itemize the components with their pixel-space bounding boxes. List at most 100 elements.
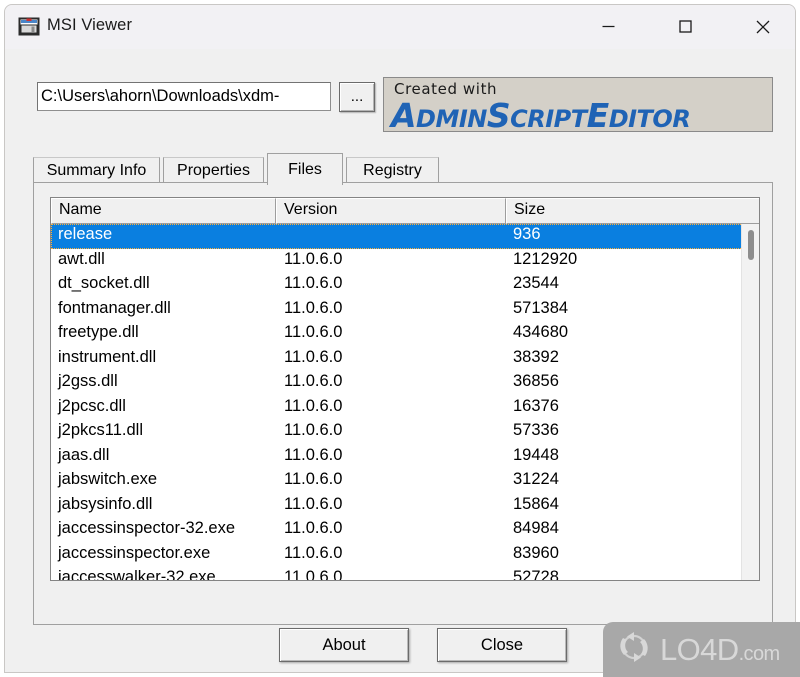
file-list-view[interactable]: Name Version Size release 936 awt.dll 11.0.…	[50, 197, 760, 581]
about-button[interactable]: About	[279, 628, 409, 662]
file-version-cell: 11.0.6.0	[284, 494, 343, 513]
file-version-cell: 11.0.6.0	[284, 323, 343, 341]
file-version-cell: 11.0.6.0	[284, 298, 343, 317]
file-name-cell: fontmanager.dll	[58, 298, 171, 317]
file-row[interactable]: dt_socket.dll 11.0.6.0 23544	[51, 273, 743, 298]
file-name-cell: j2pkcs11.dll	[58, 421, 143, 439]
tab-files[interactable]: Files	[267, 153, 343, 185]
file-name-cell: jaccessinspector-32.exe	[58, 519, 236, 537]
file-size-cell: 1212920	[513, 249, 578, 268]
file-size-cell: 52728	[513, 568, 559, 581]
file-row[interactable]: freetype.dll 11.0.6.0 434680	[51, 322, 743, 347]
file-size-cell: 434680	[513, 323, 569, 341]
logo-part-4: E	[586, 96, 610, 132]
file-size-cell: 84984	[513, 519, 559, 537]
tab-registry[interactable]: Registry	[346, 157, 439, 183]
file-row[interactable]: awt.dll 11.0.6.0 1212920	[51, 249, 743, 274]
close-icon	[756, 20, 770, 34]
file-size-cell: 936	[513, 225, 541, 243]
file-row[interactable]: jabswitch.exe 11.0.6.0 31224	[51, 469, 743, 494]
file-row[interactable]: jaccesswalker-32.exe 11.0.6.0 52728	[51, 567, 743, 581]
adminscripteditor-logo: ADMINSCRIPTEDITOR	[391, 96, 691, 132]
file-version-cell: 11.0.6.0	[284, 249, 343, 268]
scrollbar-thumb[interactable]	[748, 230, 754, 260]
close-window-button[interactable]	[739, 5, 786, 48]
file-name-cell: jaas.dll	[58, 445, 110, 464]
minimize-icon	[602, 20, 615, 33]
minimize-button[interactable]	[585, 5, 632, 48]
file-size-cell: 57336	[513, 421, 559, 439]
msi-path-input[interactable]: C:\Users\ahorn\Downloads\xdm-	[37, 82, 331, 111]
file-size-cell: 19448	[513, 445, 559, 464]
file-row[interactable]: fontmanager.dll 11.0.6.0 571384	[51, 298, 743, 323]
tab-properties[interactable]: Properties	[163, 157, 264, 183]
column-header-version[interactable]: Version	[276, 198, 506, 224]
file-row[interactable]: j2gss.dll 11.0.6.0 36856	[51, 371, 743, 396]
file-name-cell: dt_socket.dll	[58, 274, 150, 292]
file-row[interactable]: j2pkcs11.dll 11.0.6.0 57336	[51, 420, 743, 445]
file-row[interactable]: jaccessinspector-32.exe 11.0.6.0 84984	[51, 518, 743, 543]
watermark-brand: LO4D	[660, 631, 739, 667]
tab-summary-info[interactable]: Summary Info	[33, 157, 160, 183]
file-list-scrollbar[interactable]	[741, 224, 759, 580]
file-name-cell: j2gss.dll	[58, 372, 118, 390]
watermark-domain: .com	[738, 642, 781, 665]
file-row[interactable]: instrument.dll 11.0.6.0 38392	[51, 347, 743, 372]
title-bar: MSI Viewer	[5, 5, 795, 49]
file-name-cell: j2pcsc.dll	[58, 396, 126, 415]
file-size-cell: 16376	[513, 396, 559, 415]
msi-viewer-window: MSI Viewer C:\Users\ahorn\Downloads\xdm-…	[4, 4, 796, 673]
file-version-cell: 11.0.6.0	[284, 421, 343, 439]
lo4d-watermark-text: LO4D.com	[660, 632, 780, 668]
file-size-cell: 36856	[513, 372, 559, 390]
adminscripteditor-banner: Created with ADMINSCRIPTEDITOR	[383, 77, 773, 132]
file-name-cell: awt.dll	[58, 249, 105, 268]
file-size-cell: 15864	[513, 494, 559, 513]
client-area: C:\Users\ahorn\Downloads\xdm- ... Create…	[5, 49, 795, 672]
file-size-cell: 83960	[513, 543, 559, 562]
file-size-cell: 571384	[513, 298, 569, 317]
file-version-cell: 11.0.6.0	[284, 372, 343, 390]
close-button[interactable]: Close	[437, 628, 567, 662]
file-version-cell: 11.0.6.0	[284, 396, 343, 415]
column-header-size[interactable]: Size	[506, 198, 759, 224]
file-version-cell: 11.0.6.0	[284, 347, 343, 366]
file-version-cell: 11.0.6.0	[284, 543, 343, 562]
file-row[interactable]: jabsysinfo.dll 11.0.6.0 15864	[51, 494, 743, 519]
file-row[interactable]: jaas.dll 11.0.6.0 19448	[51, 445, 743, 470]
file-list-body: release 936 awt.dll 11.0.6.0 1212920 dt_socke…	[51, 224, 743, 581]
msi-package-icon	[18, 16, 40, 38]
file-name-cell: release	[58, 225, 113, 243]
file-size-cell: 31224	[513, 470, 559, 488]
file-list-header: Name Version Size	[51, 198, 759, 224]
logo-part-2: S	[486, 96, 511, 132]
maximize-icon	[679, 20, 692, 33]
file-row[interactable]: release 936	[51, 224, 743, 249]
file-name-cell: jaccessinspector.exe	[58, 543, 211, 562]
browse-button[interactable]: ...	[339, 82, 375, 112]
file-name-cell: instrument.dll	[58, 347, 157, 366]
logo-part-0: A	[391, 96, 417, 132]
file-version-cell: 11.0.6.0	[284, 568, 343, 581]
file-name-cell: jabswitch.exe	[58, 470, 158, 488]
logo-part-1: DMIN	[416, 105, 487, 132]
tab-strip: Summary Info Properties Files Registry	[33, 153, 773, 185]
lo4d-watermark: LO4D.com	[603, 622, 800, 677]
file-row[interactable]: j2pcsc.dll 11.0.6.0 16376	[51, 396, 743, 421]
maximize-button[interactable]	[662, 5, 709, 48]
file-version-cell: 11.0.6.0	[284, 445, 343, 464]
file-version-cell: 11.0.6.0	[284, 470, 343, 488]
lo4d-refresh-logo-icon	[615, 628, 653, 671]
file-row[interactable]: jaccessinspector.exe 11.0.6.0 83960	[51, 543, 743, 568]
window-title: MSI Viewer	[47, 16, 133, 34]
logo-part-5: DITOR	[608, 105, 691, 132]
logo-part-3: CRIPT	[510, 105, 587, 132]
file-size-cell: 38392	[513, 347, 559, 366]
files-tab-page: Name Version Size release 936 awt.dll 11.0.…	[33, 182, 773, 625]
file-version-cell: 11.0.6.0	[284, 519, 343, 537]
file-name-cell: freetype.dll	[58, 323, 139, 341]
column-header-name[interactable]: Name	[51, 198, 276, 224]
file-size-cell: 23544	[513, 274, 559, 292]
file-version-cell: 11.0.6.0	[284, 274, 343, 292]
file-name-cell: jabsysinfo.dll	[58, 494, 153, 513]
